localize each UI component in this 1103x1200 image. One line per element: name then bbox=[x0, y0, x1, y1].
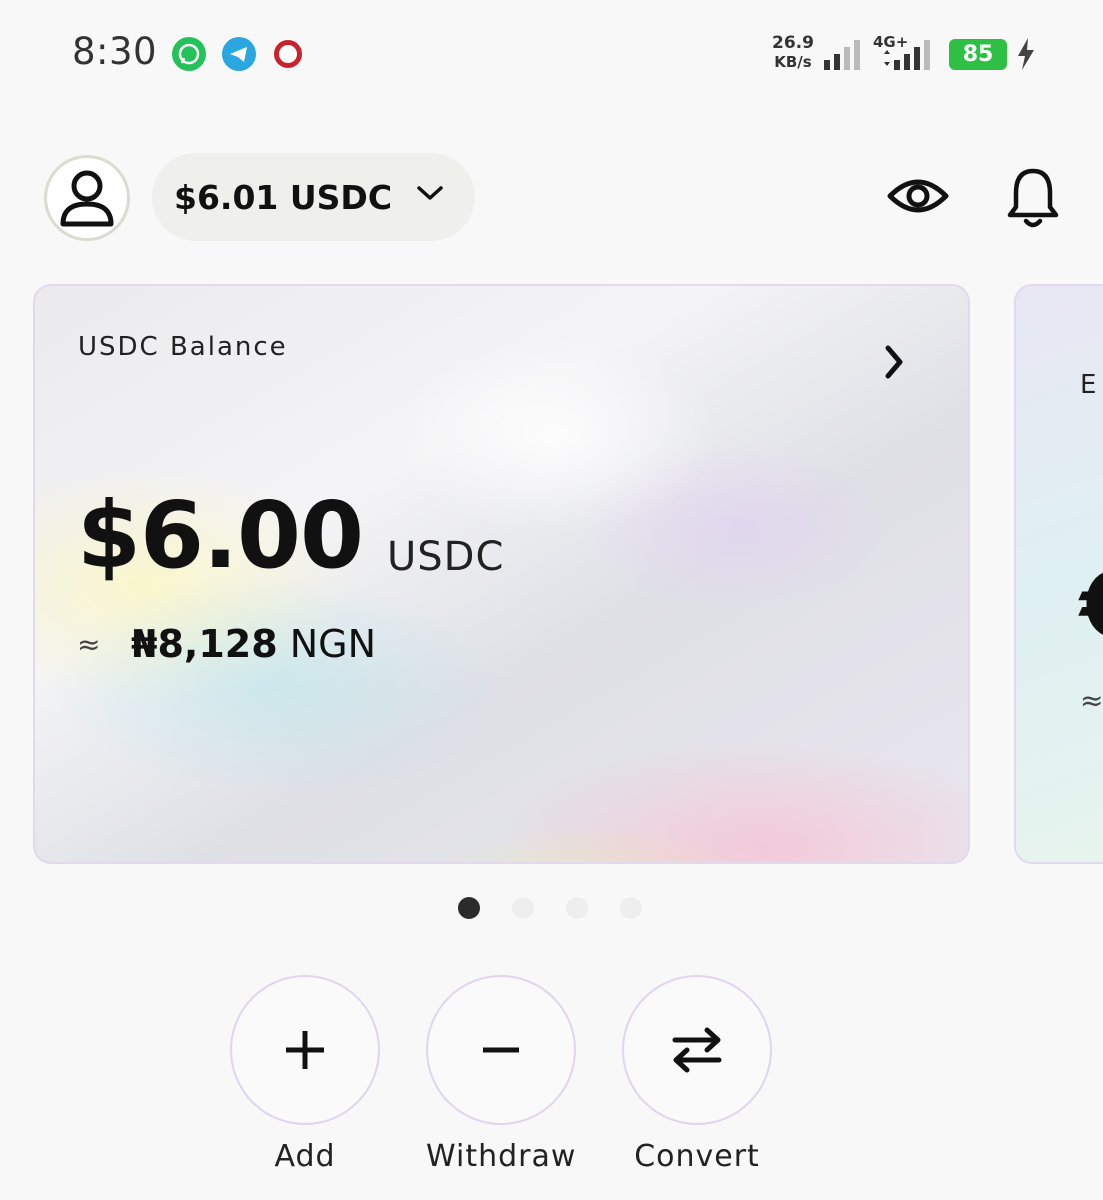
withdraw-button[interactable] bbox=[426, 975, 576, 1125]
add-action[interactable]: Add bbox=[230, 975, 380, 1174]
local-currency: NGN bbox=[289, 622, 377, 666]
add-button[interactable] bbox=[230, 975, 380, 1125]
convert-action[interactable]: Convert bbox=[622, 975, 772, 1174]
eye-icon bbox=[887, 179, 949, 213]
local-amount: ₦8,128 bbox=[131, 622, 278, 666]
charging-bolt-icon bbox=[1018, 38, 1034, 70]
convert-label: Convert bbox=[634, 1139, 760, 1174]
pager-dot-active[interactable] bbox=[458, 897, 480, 919]
chevron-down-icon bbox=[417, 186, 443, 200]
network-speed-unit: KB/s bbox=[774, 53, 812, 71]
next-card-amount: € bbox=[1080, 552, 1103, 659]
chevron-right-icon[interactable] bbox=[880, 342, 908, 382]
total-balance: $6.01 USDC bbox=[174, 177, 393, 217]
wallet-screen: 8:30 26.9 KB/s 4G+ 85 $6.01 USDC USDC Ba… bbox=[0, 0, 1103, 1200]
add-label: Add bbox=[274, 1139, 336, 1174]
usdc-balance-card[interactable]: USDC Balance $6.00 USDC ≈ ₦8,128 NGN bbox=[33, 284, 970, 864]
minus-icon bbox=[483, 1047, 519, 1053]
status-time: 8:30 bbox=[72, 30, 158, 73]
card-balance-currency: USDC bbox=[387, 534, 505, 580]
plus-icon bbox=[286, 1031, 324, 1069]
network-speed-value: 26.9 bbox=[772, 33, 814, 53]
approx-symbol: ≈ bbox=[77, 628, 101, 661]
total-balance-selector[interactable]: $6.01 USDC bbox=[152, 153, 475, 241]
next-card-approx: ≈ bbox=[1080, 684, 1103, 717]
withdraw-label: Withdraw bbox=[426, 1139, 577, 1174]
pager-dot[interactable] bbox=[512, 897, 534, 919]
card-balance-amount: $6.00 bbox=[77, 482, 364, 589]
next-card-title: E bbox=[1080, 370, 1099, 400]
network-speed: 26.9 KB/s bbox=[772, 33, 814, 71]
battery-level: 85 bbox=[949, 39, 1007, 70]
card-title: USDC Balance bbox=[78, 332, 288, 362]
opera-icon bbox=[274, 40, 302, 68]
notifications-button[interactable] bbox=[1000, 163, 1066, 233]
pager-dot[interactable] bbox=[566, 897, 588, 919]
status-bar: 8:30 26.9 KB/s 4G+ 85 bbox=[0, 0, 1103, 110]
withdraw-action[interactable]: Withdraw bbox=[426, 975, 576, 1174]
card-pager bbox=[458, 897, 642, 919]
toggle-balance-visibility-button[interactable] bbox=[884, 166, 952, 226]
local-equivalent: ₦8,128 NGN bbox=[131, 622, 376, 666]
pager-dot[interactable] bbox=[620, 897, 642, 919]
signal-bars-4g-icon bbox=[884, 40, 930, 70]
swap-arrows-icon bbox=[672, 1027, 722, 1073]
whatsapp-icon bbox=[172, 37, 206, 71]
avatar-icon bbox=[60, 170, 114, 227]
telegram-icon bbox=[222, 37, 256, 71]
convert-button[interactable] bbox=[622, 975, 772, 1125]
next-balance-card[interactable]: E € ≈ bbox=[1014, 284, 1103, 864]
profile-avatar-button[interactable] bbox=[44, 155, 130, 241]
signal-bars-icon bbox=[824, 40, 860, 70]
bell-icon bbox=[1007, 168, 1059, 228]
